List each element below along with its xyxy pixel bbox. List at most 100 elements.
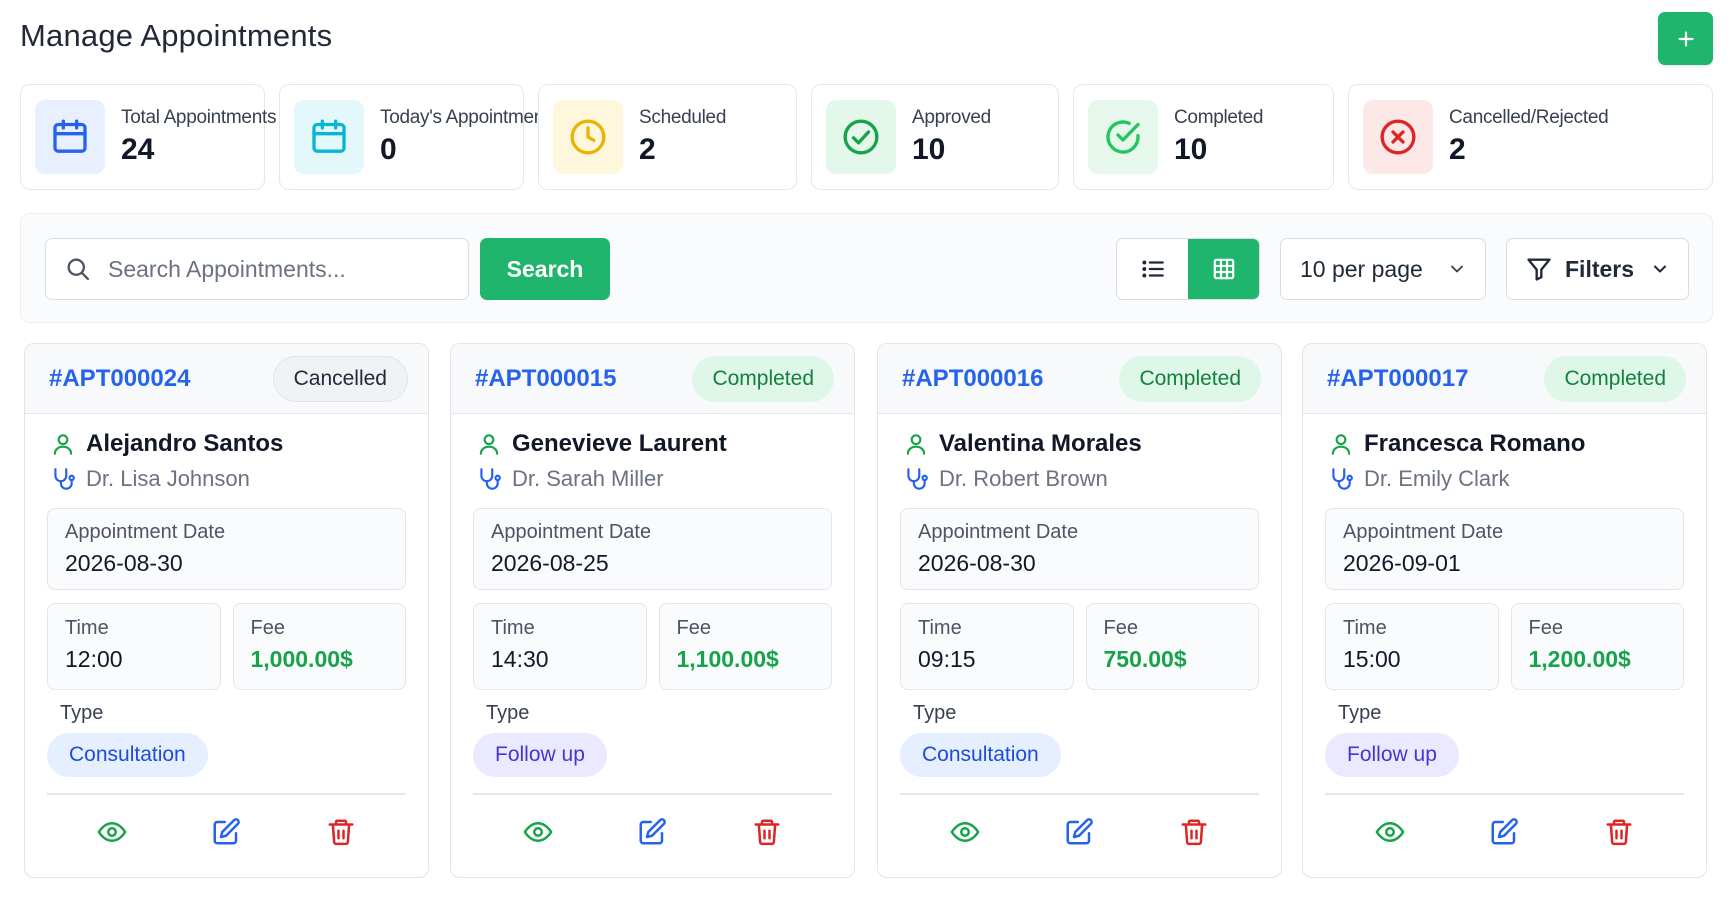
trash-icon[interactable] bbox=[752, 817, 782, 847]
view-toggle bbox=[1116, 238, 1260, 300]
grid-icon bbox=[1213, 258, 1234, 280]
doctor-name: Dr. Sarah Miller bbox=[512, 466, 664, 491]
filters-button[interactable]: Filters bbox=[1506, 238, 1689, 300]
appointment-id[interactable]: #APT000024 bbox=[49, 365, 190, 393]
appointment-id[interactable]: #APT000017 bbox=[1327, 365, 1468, 393]
user-icon bbox=[53, 434, 73, 455]
search-input[interactable] bbox=[108, 255, 448, 283]
eye-icon[interactable] bbox=[950, 817, 980, 847]
date-label: Appointment Date bbox=[1343, 521, 1504, 543]
fee-box: Fee 1,000.00$ bbox=[232, 603, 406, 690]
fee-value: 1,000.00$ bbox=[250, 646, 353, 672]
appointment-id[interactable]: #APT000015 bbox=[475, 365, 616, 393]
fee-label: Fee bbox=[1528, 617, 1563, 639]
check-circle-icon bbox=[843, 119, 879, 155]
eye-icon[interactable] bbox=[523, 817, 553, 847]
time-label: Time bbox=[1343, 617, 1387, 639]
appointment-card: #APT000015 Completed Genevieve Laurent D… bbox=[450, 343, 855, 878]
user-icon bbox=[906, 434, 926, 455]
search-box bbox=[45, 238, 469, 300]
edit-icon[interactable] bbox=[1064, 817, 1094, 847]
edit-icon[interactable] bbox=[1489, 817, 1519, 847]
eye-icon[interactable] bbox=[1375, 817, 1405, 847]
user-icon bbox=[479, 434, 499, 455]
status-badge: Completed bbox=[692, 355, 834, 402]
stat-value: 2 bbox=[639, 133, 656, 166]
add-appointment-button[interactable] bbox=[1658, 12, 1713, 65]
appointment-id[interactable]: #APT000016 bbox=[902, 365, 1043, 393]
date-value: 2026-09-01 bbox=[1343, 550, 1461, 576]
stat-card-approved: Approved 10 bbox=[811, 84, 1059, 190]
card-header: #APT000016 Completed bbox=[878, 344, 1281, 414]
stat-icon-bg bbox=[1363, 100, 1433, 174]
type-badge: Consultation bbox=[47, 733, 208, 777]
stat-value: 24 bbox=[121, 133, 155, 166]
trash-icon[interactable] bbox=[1179, 817, 1209, 847]
stat-card-total: Total Appointments 24 bbox=[20, 84, 276, 190]
stethoscope-icon bbox=[54, 468, 75, 490]
toolbar: Search 10 per page Filters bbox=[20, 213, 1713, 323]
list-view-button[interactable] bbox=[1117, 239, 1188, 299]
chevron-down-icon bbox=[1654, 265, 1666, 273]
date-value: 2026-08-25 bbox=[491, 550, 609, 576]
calendar-icon bbox=[53, 119, 87, 153]
patient-name: Valentina Morales bbox=[939, 430, 1142, 457]
edit-icon[interactable] bbox=[637, 817, 667, 847]
time-label: Time bbox=[65, 617, 109, 639]
appointment-card: #APT000017 Completed Francesca Romano Dr… bbox=[1302, 343, 1707, 878]
search-button[interactable]: Search bbox=[480, 238, 610, 300]
stat-label: Cancelled/Rejected bbox=[1449, 107, 1609, 128]
card-header: #APT000017 Completed bbox=[1303, 344, 1706, 414]
stat-value: 10 bbox=[912, 133, 946, 166]
grid-view-button[interactable] bbox=[1188, 239, 1259, 299]
date-value: 2026-08-30 bbox=[65, 550, 183, 576]
fee-box: Fee 1,100.00$ bbox=[658, 603, 832, 690]
appointment-date-box: Appointment Date 2026-08-30 bbox=[900, 508, 1259, 590]
stat-icon-bg bbox=[826, 100, 896, 174]
status-badge: Cancelled bbox=[272, 355, 408, 402]
trash-icon[interactable] bbox=[1604, 817, 1634, 847]
stethoscope-icon bbox=[907, 468, 928, 490]
type-badge: Follow up bbox=[473, 733, 607, 777]
type-badge: Consultation bbox=[900, 733, 1061, 777]
stat-icon-bg bbox=[294, 100, 364, 174]
stethoscope-icon bbox=[480, 468, 501, 490]
stat-card-completed: Completed 10 bbox=[1073, 84, 1334, 190]
page-title: Manage Appointments bbox=[20, 18, 333, 53]
time-label: Time bbox=[491, 617, 535, 639]
chevron-down-icon bbox=[1451, 265, 1463, 273]
time-box: Time 14:30 bbox=[473, 603, 647, 690]
check-circle-icon bbox=[1106, 120, 1140, 154]
eye-icon[interactable] bbox=[97, 817, 127, 847]
time-value: 12:00 bbox=[65, 646, 123, 672]
per-page-value: 10 per page bbox=[1300, 255, 1423, 282]
stat-card-today: Today's Appointments 0 bbox=[279, 84, 559, 190]
type-label: Type bbox=[913, 702, 957, 724]
card-header: #APT000024 Cancelled bbox=[25, 344, 428, 414]
patient-name: Francesca Romano bbox=[1364, 430, 1586, 457]
stat-value: 0 bbox=[380, 133, 397, 166]
doctor-name: Dr. Lisa Johnson bbox=[86, 466, 250, 491]
stat-label: Approved bbox=[912, 107, 991, 128]
time-box: Time 12:00 bbox=[47, 603, 221, 690]
time-box: Time 09:15 bbox=[900, 603, 1074, 690]
trash-icon[interactable] bbox=[326, 817, 356, 847]
edit-icon[interactable] bbox=[211, 817, 241, 847]
date-label: Appointment Date bbox=[491, 521, 652, 543]
card-actions bbox=[451, 795, 854, 869]
calendar-icon bbox=[312, 119, 346, 153]
card-header: #APT000015 Completed bbox=[451, 344, 854, 414]
stat-card-scheduled: Scheduled 2 bbox=[538, 84, 797, 190]
plus-icon bbox=[1677, 30, 1694, 47]
date-label: Appointment Date bbox=[918, 521, 1079, 543]
per-page-select[interactable]: 10 per page bbox=[1280, 238, 1486, 300]
stat-card-cancelled: Cancelled/Rejected 2 bbox=[1348, 84, 1713, 190]
search-icon bbox=[67, 258, 90, 281]
time-value: 14:30 bbox=[491, 646, 549, 672]
stat-label: Today's Appointments bbox=[380, 107, 559, 128]
stat-label: Completed bbox=[1174, 107, 1264, 128]
type-badge: Follow up bbox=[1325, 733, 1459, 777]
time-label: Time bbox=[918, 617, 962, 639]
type-label: Type bbox=[1338, 702, 1382, 724]
doctor-name: Dr. Emily Clark bbox=[1364, 466, 1510, 491]
